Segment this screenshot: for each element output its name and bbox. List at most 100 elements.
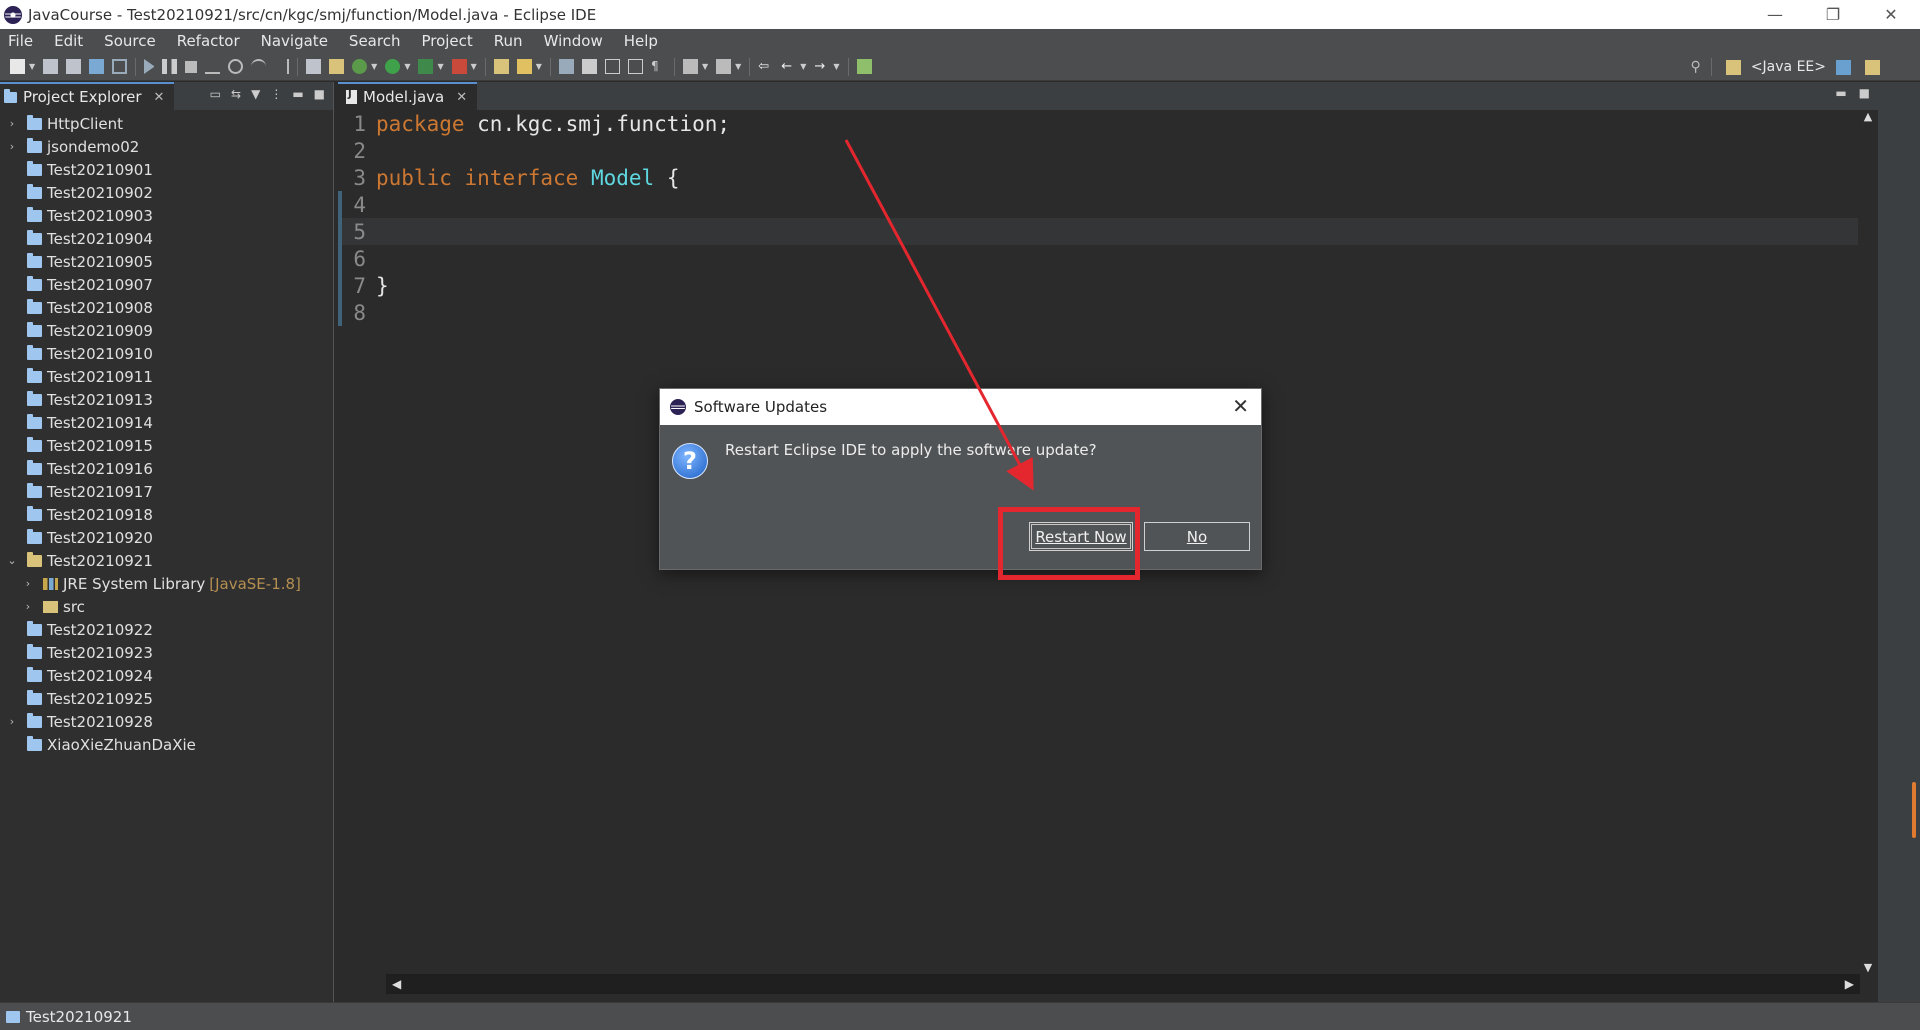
tree-item[interactable]: Test20210909 [0,319,333,342]
scroll-right-icon[interactable]: ▶ [1845,977,1854,991]
menu-run[interactable]: Run [486,32,536,50]
chevron-right-icon[interactable]: › [6,140,18,153]
minimize-view-icon[interactable]: ▬ [292,87,303,101]
chevron-right-icon[interactable]: › [22,600,34,613]
tree-item[interactable]: Test20210916 [0,457,333,480]
tree-item[interactable]: Test20210920 [0,526,333,549]
scroll-up-icon[interactable]: ▲ [1858,110,1878,123]
pin-editor-icon[interactable] [856,59,872,74]
tree-item[interactable]: ⌄ Test20210921 [0,549,333,572]
menu-project[interactable]: Project [413,32,485,50]
next-annotation-icon[interactable] [682,59,698,74]
scroll-left-icon[interactable]: ◀ [392,977,401,991]
close-icon[interactable]: ✕ [456,90,467,105]
chevron-down-icon[interactable]: ⌄ [6,554,18,567]
last-edit-icon[interactable]: ⇦ [758,59,773,74]
code-line[interactable]: 5 [338,218,1878,245]
pen-icon[interactable] [516,59,532,74]
run-dropdown-icon[interactable]: ▼ [404,62,410,71]
tree-item[interactable]: Test20210901 [0,158,333,181]
tree-item[interactable]: › JRE System Library [JavaSE-1.8] [0,572,333,595]
tab-project-explorer[interactable]: Project Explorer ✕ [0,82,175,110]
tree-item[interactable]: Test20210904 [0,227,333,250]
code-editor[interactable]: 1 package cn.kgc.smj.function; 2 3 public in… [338,110,1878,326]
tree-item[interactable]: › Test20210928 [0,710,333,733]
view-menu-icon[interactable]: ⋮ [270,87,282,101]
new-dropdown-icon[interactable]: ▼ [29,62,35,71]
open-perspective-icon[interactable] [1725,59,1741,75]
code-line[interactable]: 6 [338,245,1878,272]
menu-window[interactable]: Window [536,32,616,50]
collapse-all-icon[interactable]: ▭ [210,87,221,101]
tree-item[interactable]: Test20210924 [0,664,333,687]
search-icon[interactable]: ⚲ [1691,59,1701,75]
restore-button[interactable]: ❐ [1804,0,1862,29]
scroll-down-icon[interactable]: ▼ [1858,961,1878,974]
code-line[interactable]: 3 public interface Model { [338,164,1878,191]
tree-item[interactable]: › jsondemo02 [0,135,333,158]
close-icon[interactable]: ✕ [154,90,165,105]
pen-dropdown-icon[interactable]: ▼ [536,62,542,71]
maximize-view-icon[interactable]: ■ [314,87,325,101]
save-icon[interactable] [43,59,59,74]
terminate-icon[interactable] [185,60,198,73]
back-dropdown-icon[interactable]: ▼ [800,62,806,71]
new-icon[interactable] [10,59,25,74]
debug-icon[interactable] [352,59,368,74]
code-line[interactable]: 1 package cn.kgc.smj.function; [338,110,1878,137]
debug-perspective-icon[interactable] [1836,59,1851,75]
next-annotation-dropdown-icon[interactable]: ▼ [702,62,708,71]
build-icon[interactable] [306,59,322,74]
code-line[interactable]: 4 [338,191,1878,218]
overview-ruler-marker[interactable] [1912,782,1916,838]
menu-file[interactable]: File [0,32,46,50]
chevron-right-icon[interactable]: › [22,577,34,590]
forward-icon[interactable]: → [814,59,829,74]
vertical-scrollbar[interactable]: ▲ ▼ [1858,110,1878,974]
filter-icon[interactable]: ▼ [251,87,260,101]
code-line[interactable]: 7} [338,272,1878,299]
tree-item[interactable]: Test20210907 [0,273,333,296]
no-button[interactable]: No [1144,522,1250,551]
java-perspective-icon[interactable] [1865,59,1880,75]
minimize-button[interactable]: — [1746,0,1804,29]
close-icon[interactable]: ✕ [1232,394,1249,418]
menu-refactor[interactable]: Refactor [169,32,253,50]
tree-item[interactable]: Test20210918 [0,503,333,526]
menu-source[interactable]: Source [96,32,169,50]
debug-dropdown-icon[interactable]: ▼ [371,62,377,71]
skip-breakpoints-icon[interactable] [112,59,128,74]
tree-item[interactable]: Test20210923 [0,641,333,664]
open-folder-icon[interactable] [493,59,509,74]
minimize-editor-icon[interactable]: ▬ [1835,86,1846,100]
code-line[interactable]: 8 [338,299,1878,326]
disconnect-icon[interactable] [205,59,221,74]
word-wrap-icon[interactable] [627,59,643,74]
step-return-icon[interactable] [274,59,290,74]
tree-item[interactable]: › src [0,595,333,618]
chevron-right-icon[interactable]: › [6,117,18,130]
resume-icon[interactable] [144,59,155,74]
mark-occurrences-icon[interactable] [581,59,597,74]
code-line[interactable]: 2 [338,137,1878,164]
external-tools-dropdown-icon[interactable]: ▼ [471,62,477,71]
menu-help[interactable]: Help [616,32,671,50]
tree-item[interactable]: › HttpClient [0,112,333,135]
tree-item[interactable]: Test20210908 [0,296,333,319]
step-into-icon[interactable] [228,59,244,74]
show-whitespace-icon[interactable]: ¶ [651,59,666,74]
menu-search[interactable]: Search [341,32,414,50]
tree-item[interactable]: Test20210903 [0,204,333,227]
maximize-editor-icon[interactable]: ■ [1859,86,1870,100]
chevron-right-icon[interactable]: › [6,715,18,728]
tree-item[interactable]: Test20210911 [0,365,333,388]
tree-item[interactable]: Test20210922 [0,618,333,641]
tab-model-java[interactable]: Model.java ✕ [338,82,478,110]
back-icon[interactable]: ← [781,59,796,74]
forward-dropdown-icon[interactable]: ▼ [833,62,839,71]
link-with-editor-icon[interactable]: ⇆ [231,87,241,101]
menu-navigate[interactable]: Navigate [253,32,341,50]
horizontal-scrollbar[interactable]: ◀ ▶ [386,974,1860,994]
suspend-icon[interactable] [162,59,178,74]
tree-item[interactable]: Test20210902 [0,181,333,204]
